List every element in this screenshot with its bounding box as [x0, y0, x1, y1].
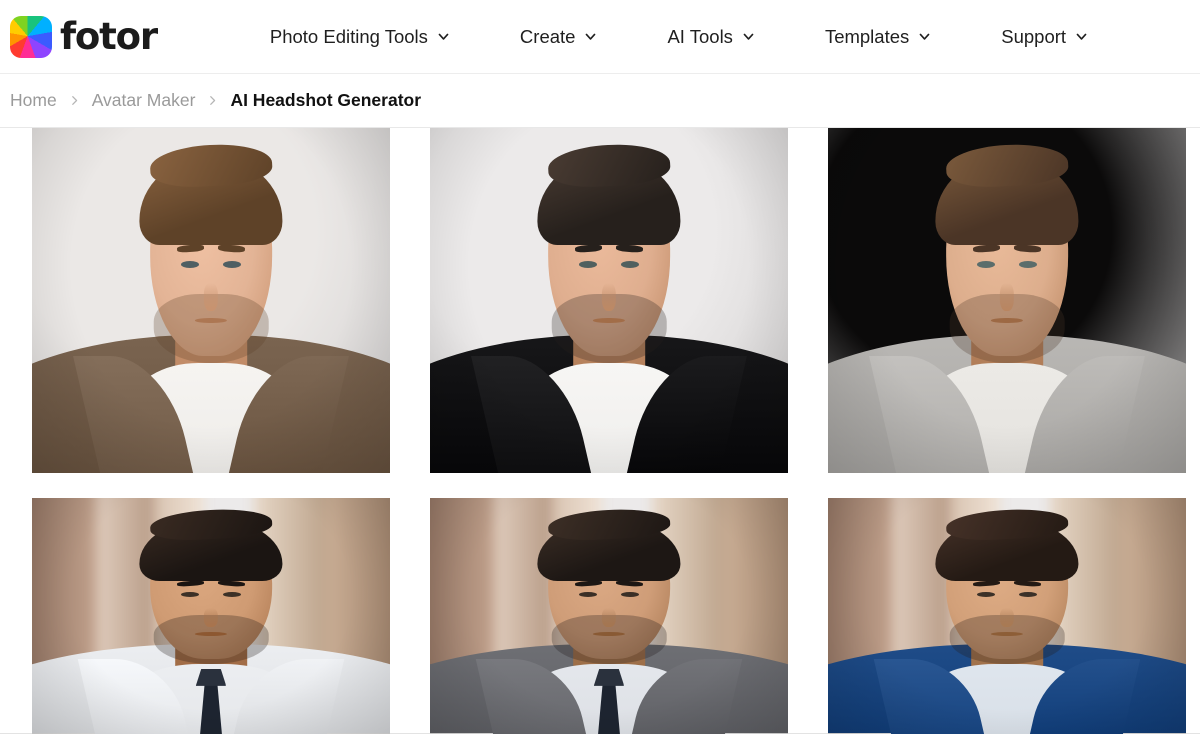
fotor-color-wheel-logo — [10, 15, 52, 58]
portrait-illustration — [828, 498, 1186, 734]
nose — [601, 607, 617, 628]
nav-item-label: Support — [1001, 25, 1067, 47]
nose — [999, 607, 1015, 628]
nose — [601, 283, 617, 311]
eye-left — [180, 591, 200, 598]
nose — [203, 283, 219, 311]
nav-item-support[interactable]: Support — [1001, 18, 1088, 56]
nose — [203, 607, 219, 628]
mouth — [592, 317, 626, 324]
mouth — [592, 632, 626, 637]
nav-item-templates[interactable]: Templates — [825, 18, 931, 56]
nav-item-ai-tools[interactable]: AI Tools — [667, 18, 754, 56]
eye-left — [578, 591, 598, 598]
headshot-thumbnail[interactable] — [828, 128, 1186, 473]
fotor-logo[interactable]: fotor — [10, 15, 158, 58]
portrait-illustration — [430, 498, 788, 734]
nav-item-label: Create — [519, 25, 576, 47]
chevron-right-icon — [207, 95, 218, 106]
mouth — [194, 632, 228, 637]
mouth — [990, 317, 1024, 324]
mouth — [194, 317, 228, 324]
headshot-thumbnail[interactable] — [828, 498, 1186, 734]
headshot-thumbnail[interactable] — [32, 498, 390, 734]
breadcrumb: Home Avatar Maker AI Headshot Generator — [0, 74, 1200, 128]
chevron-down-icon — [918, 30, 931, 43]
gallery-row-1 — [10, 128, 1190, 473]
site-header: fotor Photo Editing Tools Create AI Tool… — [0, 0, 1200, 74]
portrait-illustration — [430, 128, 788, 473]
mouth — [990, 632, 1024, 637]
nose — [999, 283, 1015, 311]
gallery-row-2 — [10, 498, 1190, 734]
chevron-down-icon — [437, 30, 450, 43]
main-navigation: Photo Editing Tools Create AI Tools Temp… — [270, 18, 1088, 56]
eye-left — [976, 260, 996, 269]
fotor-wordmark: fotor — [60, 15, 158, 58]
headshot-thumbnail[interactable] — [430, 498, 788, 734]
headshot-gallery — [0, 128, 1200, 734]
nav-item-label: Templates — [824, 25, 910, 47]
headshot-thumbnail[interactable] — [430, 128, 788, 473]
breadcrumb-item-home[interactable]: Home — [10, 90, 57, 111]
nav-item-label: AI Tools — [667, 25, 733, 47]
nav-item-create[interactable]: Create — [520, 18, 598, 56]
portrait-illustration — [828, 128, 1186, 473]
eye-left — [976, 591, 996, 598]
nav-item-photo-editing-tools[interactable]: Photo Editing Tools — [270, 18, 450, 56]
eye-left — [180, 260, 200, 269]
headshot-thumbnail[interactable] — [32, 128, 390, 473]
chevron-down-icon — [742, 30, 755, 43]
chevron-down-icon — [584, 30, 597, 43]
chevron-right-icon — [69, 95, 80, 106]
breadcrumb-item-current: AI Headshot Generator — [230, 90, 422, 110]
portrait-illustration — [32, 498, 390, 734]
portrait-illustration — [32, 128, 390, 473]
nav-item-label: Photo Editing Tools — [269, 25, 428, 47]
eye-left — [578, 260, 598, 269]
breadcrumb-item-avatar-maker[interactable]: Avatar Maker — [92, 90, 196, 111]
chevron-down-icon — [1075, 30, 1088, 43]
